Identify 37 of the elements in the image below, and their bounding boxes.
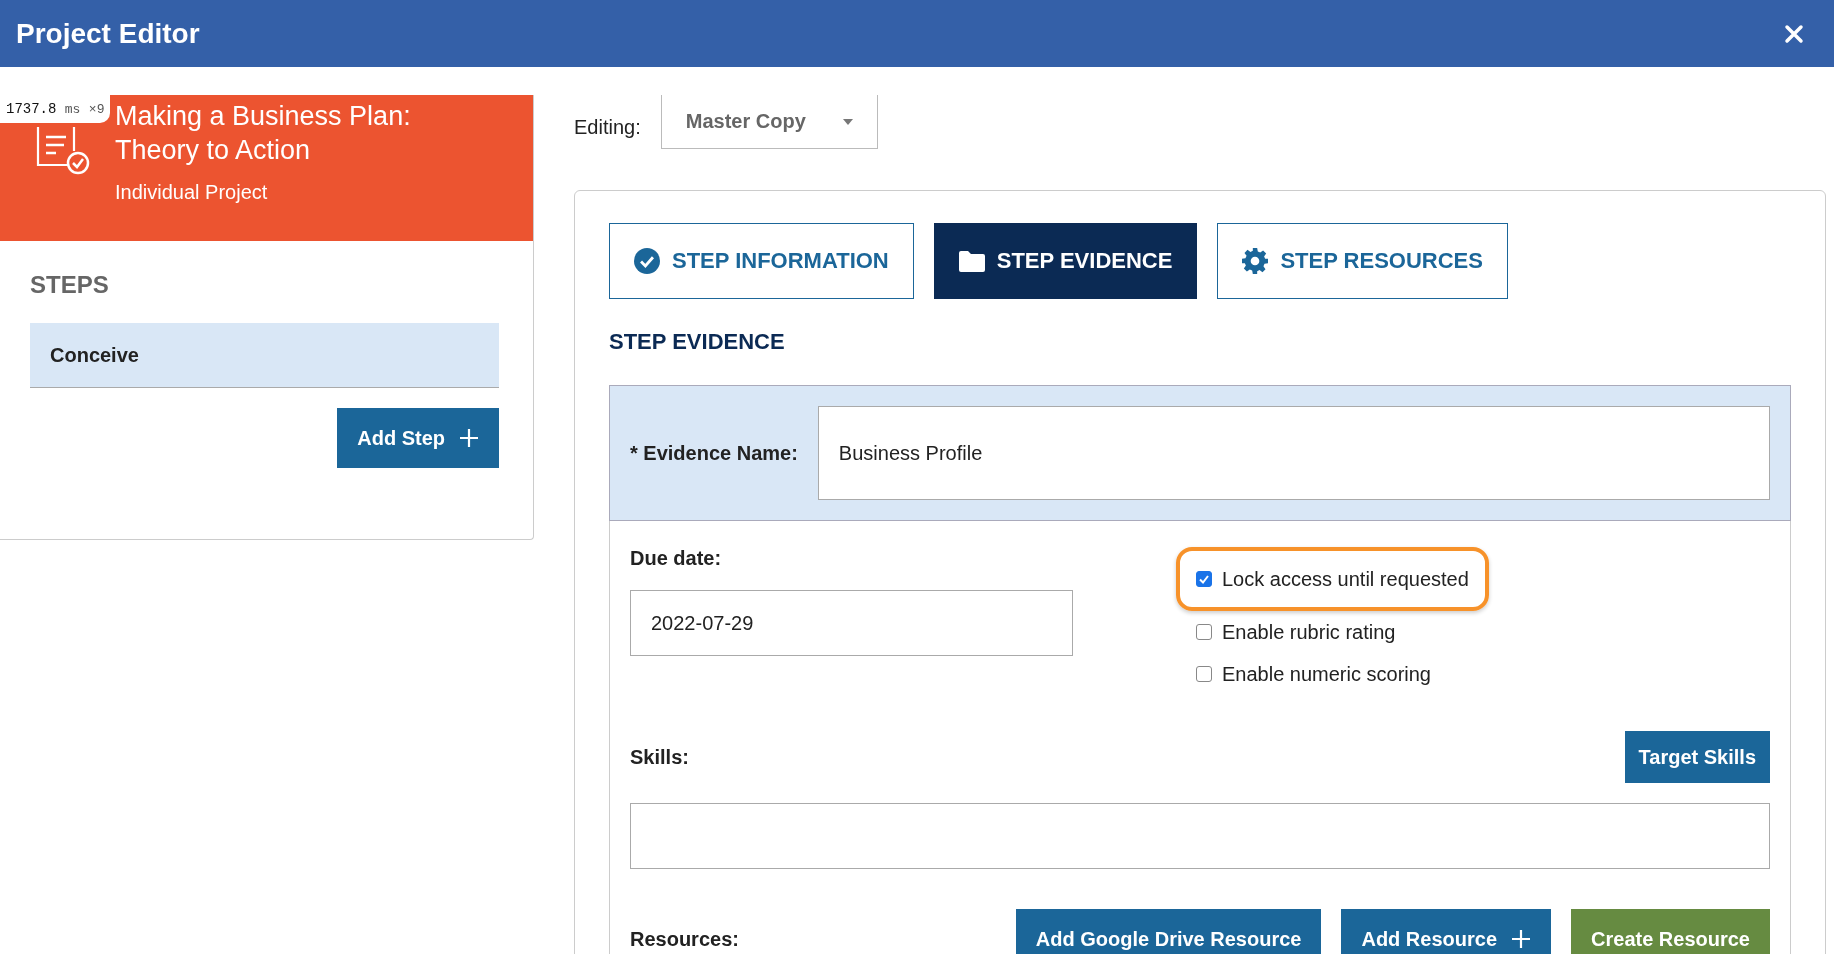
steps-heading: STEPS [30, 271, 110, 299]
checkbox-label: Lock access until requested [1222, 567, 1469, 591]
close-icon[interactable] [1784, 23, 1804, 44]
evidence-name-field[interactable]: Business Profile [817, 406, 1770, 500]
checkbox-label: Enable numeric scoring [1222, 662, 1431, 686]
version-dropdown[interactable]: Master Copy [660, 95, 878, 149]
project-type: Individual Project [115, 181, 269, 204]
checkbox[interactable] [1196, 666, 1212, 682]
resource-button[interactable]: Add Resource [1341, 909, 1552, 954]
resource-button[interactable]: Create Resource [1571, 909, 1770, 954]
add-step-button[interactable]: Add Step [337, 408, 499, 468]
tab[interactable]: STEP EVIDENCE [933, 223, 1198, 299]
plus-icon [459, 428, 479, 448]
check-circle-icon [634, 248, 660, 274]
target-skills-button[interactable]: Target Skills [1624, 731, 1770, 783]
section-heading: STEP EVIDENCE [609, 329, 786, 355]
gear-icon [1242, 248, 1269, 274]
checkbox-label: Enable rubric rating [1222, 620, 1396, 644]
checkbox[interactable] [1196, 571, 1212, 587]
resources-label: Resources: [630, 927, 739, 951]
due-date-label: Due date: [630, 547, 723, 570]
timing-badge: 1737.8 ms ×9 [0, 95, 111, 123]
checkbox[interactable] [1196, 624, 1212, 640]
document-check-icon [34, 125, 90, 175]
editing-label: Editing: [574, 116, 641, 139]
project-title: Making a Business Plan: Theory to Action [115, 100, 412, 167]
tab[interactable]: STEP RESOURCES [1217, 223, 1508, 299]
evidence-name-label: * Evidence Name: [630, 441, 798, 465]
folder-icon [958, 250, 985, 272]
caret-icon [842, 118, 853, 125]
skills-field[interactable] [630, 803, 1770, 869]
skills-label: Skills: [630, 745, 689, 769]
due-date-field[interactable]: 2022-07-29 [630, 590, 1073, 656]
tab[interactable]: STEP INFORMATION [609, 223, 914, 299]
window-title: Project Editor [16, 17, 200, 50]
step-item[interactable]: Conceive [30, 323, 499, 388]
resource-button[interactable]: Add Google Drive Resource [1015, 909, 1322, 954]
